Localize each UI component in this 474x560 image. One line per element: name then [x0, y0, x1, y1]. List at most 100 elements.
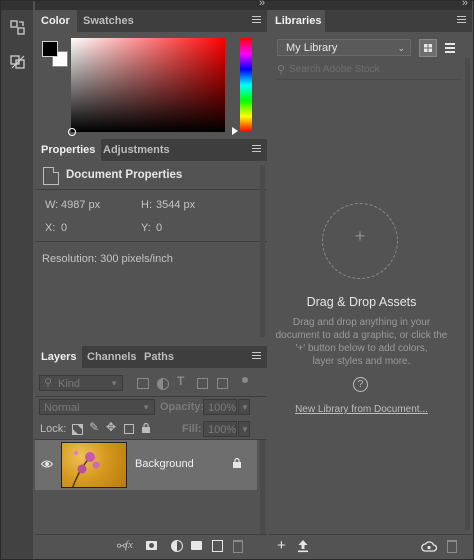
tab-layers[interactable]: Layers: [35, 346, 83, 368]
chevron-down-icon: ⌄: [397, 43, 405, 53]
width-label: W:: [45, 199, 59, 211]
filter-toggle-icon[interactable]: [242, 377, 248, 383]
y-value[interactable]: 0: [156, 222, 162, 234]
color-tabbar: Color Swatches: [35, 10, 267, 32]
blend-mode-select[interactable]: Normal ▼: [39, 399, 155, 415]
list-view-icon[interactable]: [441, 39, 459, 57]
collapse-icon[interactable]: »: [259, 0, 265, 9]
blend-mode-value: Normal: [44, 402, 80, 414]
properties-panel-menu-icon[interactable]: [252, 145, 261, 153]
divider: [35, 241, 267, 242]
properties-heading: Document Properties: [66, 169, 183, 181]
drop-text-line-1: Drag and drop anything in your: [292, 317, 431, 328]
filter-type-icon[interactable]: T: [177, 374, 184, 388]
collapse-icon-right[interactable]: »: [462, 0, 468, 9]
divider: [35, 189, 267, 190]
layer-thumbnail[interactable]: [61, 442, 127, 488]
lock-pixels-icon[interactable]: ✎: [89, 420, 99, 434]
eye-icon[interactable]: [40, 458, 54, 470]
tab-swatches[interactable]: Swatches: [77, 10, 140, 32]
filter-kind-label: Kind: [58, 378, 81, 390]
hue-slider-handle[interactable]: [232, 127, 238, 135]
lock-all-icon[interactable]: [142, 422, 150, 433]
library-select-value: My Library: [286, 42, 338, 54]
fill-label: Fill:: [182, 423, 202, 435]
color-panel: Color Swatches: [35, 10, 267, 138]
help-icon[interactable]: ?: [353, 377, 368, 392]
new-layer-icon[interactable]: [212, 540, 223, 552]
filter-adjustment-icon[interactable]: [157, 378, 169, 390]
resolution-text: Resolution: 300 pixels/inch: [42, 253, 173, 265]
new-library-from-document-link[interactable]: New Library from Document...: [269, 404, 454, 415]
color-field[interactable]: [71, 38, 225, 132]
upload-icon[interactable]: [297, 539, 309, 553]
properties-scrollbar[interactable]: [260, 165, 265, 337]
lock-label: Lock:: [40, 423, 67, 435]
opacity-input[interactable]: 100%: [203, 399, 237, 415]
stock-search-placeholder: Search Adobe Stock: [289, 64, 380, 75]
layer-name[interactable]: Background: [135, 458, 194, 470]
search-icon: ⚲: [44, 377, 53, 389]
lock-transparent-icon[interactable]: [72, 424, 83, 435]
library-select[interactable]: My Library ⌄: [277, 39, 411, 56]
layer-lock-icon: [233, 457, 241, 468]
add-plus-icon: +: [354, 226, 366, 246]
libraries-panel: Libraries My Library ⌄ ⚲ Search Adobe St…: [269, 10, 472, 559]
dock-collapse-strip[interactable]: » »: [35, 0, 472, 10]
filter-smart-object-icon[interactable]: [217, 378, 228, 389]
chevron-down-icon: ▼: [110, 379, 118, 388]
opacity-dropdown-icon[interactable]: ▼: [238, 399, 250, 415]
layer-comps-icon[interactable]: [9, 53, 27, 71]
x-value[interactable]: 0: [61, 222, 67, 234]
new-group-folder-icon[interactable]: [191, 541, 202, 550]
drop-text-line-2: document to add a graphic, or click the: [275, 330, 448, 341]
libraries-panel-menu-icon[interactable]: [457, 16, 466, 24]
libraries-bottom-toolbar: +: [269, 534, 472, 559]
tab-paths[interactable]: Paths: [138, 346, 180, 368]
tab-color[interactable]: Color: [35, 10, 77, 32]
stock-search-input[interactable]: ⚲ Search Adobe Stock: [277, 62, 462, 80]
drop-text-line-3: '+' button below to add colors,: [295, 343, 428, 354]
search-icon: ⚲: [277, 64, 286, 76]
tab-adjustments[interactable]: Adjustments: [97, 139, 176, 161]
filter-shape-icon[interactable]: [197, 378, 208, 389]
drop-zone-circle[interactable]: +: [322, 203, 398, 279]
delete-layer-trash-icon[interactable]: [233, 540, 243, 553]
grid-view-icon[interactable]: [419, 39, 437, 57]
hue-slider[interactable]: [240, 38, 252, 132]
foreground-color-swatch[interactable]: [42, 41, 58, 57]
add-content-plus-icon[interactable]: +: [277, 537, 286, 554]
layer-filter-kind-select[interactable]: ⚲ Kind ▼: [39, 375, 123, 391]
drop-text-line-4: layer styles and more.: [312, 356, 411, 367]
drop-title: Drag & Drop Assets: [306, 295, 417, 309]
toolstrip: [1, 1, 33, 559]
lock-position-icon[interactable]: ✥: [106, 420, 116, 434]
layers-scrollbar[interactable]: [260, 440, 265, 534]
color-field-picker[interactable]: [68, 128, 76, 136]
tab-channels[interactable]: Channels: [81, 346, 143, 368]
lock-artboard-icon[interactable]: [124, 424, 134, 434]
adjustment-layer-icon[interactable]: [171, 540, 183, 552]
y-label: Y:: [141, 222, 151, 234]
properties-panel: Properties Adjustments Document Properti…: [35, 139, 267, 344]
fill-dropdown-icon[interactable]: ▼: [238, 421, 250, 437]
tab-libraries[interactable]: Libraries: [269, 10, 325, 32]
filter-pixel-icon[interactable]: [137, 378, 149, 389]
layer-row[interactable]: Background: [35, 440, 257, 490]
layer-style-fx-icon[interactable]: fx: [125, 539, 133, 551]
creative-cloud-sync-icon[interactable]: [421, 540, 438, 552]
width-value[interactable]: 4987 px: [61, 199, 100, 211]
delete-trash-icon[interactable]: [447, 540, 457, 553]
divider: [35, 396, 267, 397]
libraries-scrollbar[interactable]: [465, 58, 470, 530]
collapse-bar[interactable]: [1, 1, 33, 10]
layers-panel-menu-icon[interactable]: [252, 352, 261, 360]
layers-bottom-toolbar: ⚯ fx: [35, 534, 267, 559]
fill-input[interactable]: 100%: [203, 421, 237, 437]
layer-mask-icon[interactable]: [146, 541, 157, 550]
color-panel-menu-icon[interactable]: [252, 16, 261, 24]
history-icon[interactable]: [9, 19, 27, 37]
properties-tabbar: Properties Adjustments: [35, 139, 267, 161]
tab-properties[interactable]: Properties: [35, 139, 102, 161]
height-value[interactable]: 3544 px: [156, 199, 195, 211]
